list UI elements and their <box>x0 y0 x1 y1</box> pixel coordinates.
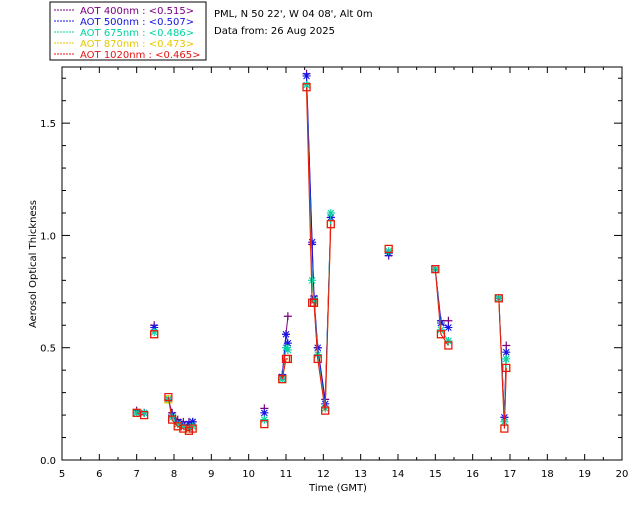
data-point <box>282 330 290 339</box>
x-tick-label: 20 <box>616 469 629 480</box>
x-tick-label: 14 <box>392 469 405 480</box>
data-point <box>283 312 292 321</box>
data-point <box>384 247 393 256</box>
plot-frame <box>61 66 623 461</box>
aot-chart: AOT 400nm : <0.515>AOT 500nm : <0.507>AO… <box>28 1 629 494</box>
data-point <box>502 354 511 363</box>
legend: AOT 400nm : <0.515>AOT 500nm : <0.507>AO… <box>49 1 207 61</box>
x-axis-label: Time (GMT) <box>308 483 367 494</box>
x-tick-label: 13 <box>354 469 367 480</box>
data-point <box>283 345 292 354</box>
data-point <box>444 323 453 332</box>
series-2 <box>132 80 511 433</box>
x-tick-label: 7 <box>133 469 139 480</box>
data-point <box>150 327 159 336</box>
x-tick-label: 10 <box>242 469 255 480</box>
x-tick-label: 17 <box>504 469 517 480</box>
y-axis-label: Aerosol Optical Thickness <box>28 200 39 328</box>
legend-entry: AOT 1020nm : <0.465> <box>80 50 200 61</box>
x-tick-label: 6 <box>96 469 102 480</box>
data-point <box>326 208 335 217</box>
data-point <box>308 238 317 247</box>
x-tick-label: 9 <box>208 469 214 480</box>
series-1 <box>132 71 511 429</box>
x-tick-label: 15 <box>429 469 442 480</box>
y-tick-label: 0.0 <box>40 456 56 467</box>
series-layer <box>132 69 511 435</box>
legend-entry: AOT 500nm : <0.507> <box>80 17 194 28</box>
x-tick-label: 8 <box>171 469 177 480</box>
data-point <box>140 408 149 417</box>
x-tick-label: 11 <box>280 469 293 480</box>
y-tick-label: 1.5 <box>40 119 56 130</box>
legend-entry: AOT 400nm : <0.515> <box>80 6 194 17</box>
x-tick-label: 19 <box>578 469 591 480</box>
x-tick-label: 16 <box>466 469 479 480</box>
series-4 <box>132 83 511 435</box>
legend-entry: AOT 870nm : <0.473> <box>80 39 194 50</box>
data-point <box>302 71 311 80</box>
data-point <box>260 415 269 424</box>
data-point <box>132 408 141 417</box>
legend-entry: AOT 675nm : <0.486> <box>80 28 194 39</box>
x-tick-label: 18 <box>541 469 554 480</box>
y-tick-label: 1.0 <box>40 231 56 242</box>
x-tick-label: 5 <box>59 469 65 480</box>
y-tick-label: 0.5 <box>40 344 56 355</box>
x-tick-label: 12 <box>317 469 330 480</box>
date-info: Data from: 26 Aug 2025 <box>214 26 335 37</box>
data-point <box>308 276 317 285</box>
y-axis: 0.0 0.5 1.0 1.5 <box>40 77 622 467</box>
series-line <box>498 298 507 429</box>
site-info: PML, N 50 22', W 04 08', Alt 0m <box>214 9 373 20</box>
series-line <box>434 269 449 328</box>
